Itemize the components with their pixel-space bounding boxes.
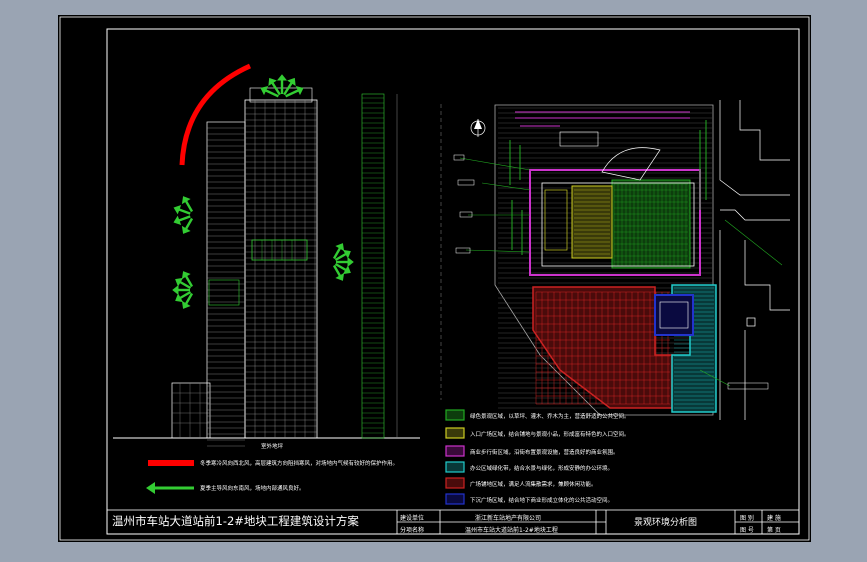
legend-swatch-cyan — [445, 461, 465, 473]
drawing-title: 景观环境分析图 — [634, 518, 698, 528]
owner-label: 建设单位 — [400, 515, 425, 522]
legend-swatch-green — [445, 409, 465, 421]
project-label: 分项名称 — [400, 527, 425, 534]
sunken-plaza-zone — [654, 294, 694, 336]
green-garden-zone — [611, 179, 691, 269]
legend-swatch-magenta — [445, 445, 465, 457]
legend-text-magenta: 商业步行街区域，沿街布置景观设施，营造良好的商业氛围。 — [470, 450, 619, 456]
owner-value: 浙江新车站地产有限公司 — [475, 515, 542, 522]
legend-text-cyan: 办公区域绿化带，结合水景与绿化，形成安静的办公环境。 — [470, 466, 614, 472]
legend-swatch-red — [445, 477, 465, 489]
legend-red-bar — [148, 460, 194, 466]
legend-text-blue: 下沉广场区域，结合地下商业形成立体化的公共活动空间。 — [470, 498, 614, 504]
sheet-label: 图 别 — [740, 515, 754, 522]
legend-winter-wind-text: 冬季寒冷风向西北风，高层建筑方向阻挡寒风，对场地内气候有较好的保护作用。 — [200, 461, 399, 467]
legend-swatch-blue — [445, 493, 465, 505]
number-label: 图 号 — [740, 527, 754, 534]
project-title: 温州市车站大道站前1-2#地块工程建筑设计方案 — [112, 514, 359, 528]
legend-text-green: 绿色景观区域，以草坪、灌木、乔木为主，营造舒适的公共空间。 — [470, 414, 630, 420]
legend-summer-wind-text: 夏季主导风向东南风，场地内部通风良好。 — [200, 486, 305, 492]
project-value: 温州市车站大道站前1-2#地块工程 — [465, 527, 558, 534]
legend-text-yellow: 入口广场区域，结合铺地与景观小品，形成富有特色的入口空间。 — [470, 432, 630, 438]
cad-viewport[interactable]: 室外地坪 冬季寒冷风向西北风，高层建筑方向阻挡寒风，对场地内气候有较好的保护作用… — [0, 0, 867, 562]
drawing-canvas — [58, 15, 811, 542]
number-value: 第 页 — [767, 527, 781, 534]
ground-level-label: 室外地坪 — [261, 444, 284, 450]
legend-text-red: 广场铺地区域，满足人流集散需求，兼顾休闲功能。 — [470, 482, 597, 488]
legend-swatch-yellow — [445, 427, 465, 439]
sheet-value: 建 施 — [767, 515, 781, 522]
